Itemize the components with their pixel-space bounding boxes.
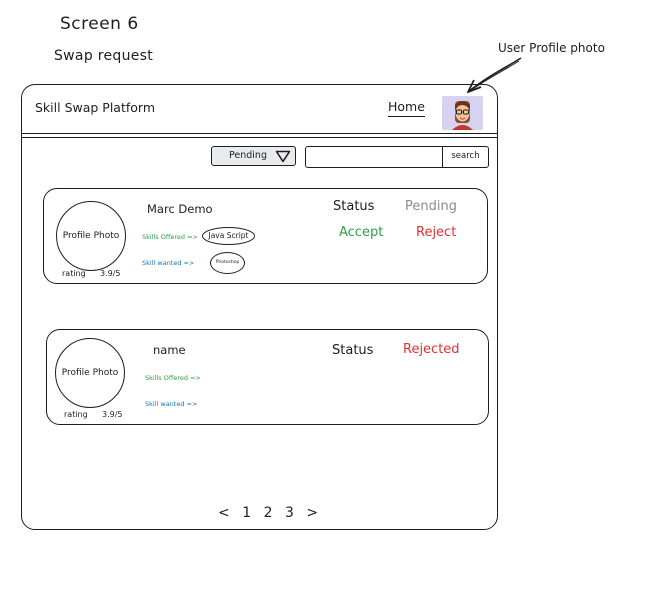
- skill-tag: Java Script: [202, 227, 255, 245]
- header-divider: [22, 133, 498, 134]
- screen-title: Screen 6: [60, 14, 139, 34]
- swap-request-card: Profile Photo rating 3.9/5 Marc Demo Ski…: [43, 188, 488, 284]
- status-filter-value: Pending: [229, 150, 267, 161]
- page-3-button[interactable]: 3: [285, 505, 295, 521]
- screen-subtitle: Swap request: [54, 48, 154, 64]
- page-2-button[interactable]: 2: [264, 505, 274, 521]
- user-name: name: [153, 343, 186, 357]
- profile-photo: Profile Photo: [55, 338, 125, 408]
- accept-button[interactable]: Accept: [339, 225, 383, 240]
- status-label: Status: [332, 343, 374, 358]
- home-link[interactable]: Home: [388, 99, 425, 117]
- skill-wanted-label: Skill wanted =>: [142, 259, 195, 267]
- next-page-button[interactable]: >: [306, 505, 319, 521]
- header-divider: [22, 137, 498, 138]
- skill-wanted-label: Skill wanted =>: [145, 400, 198, 408]
- rating-label: rating: [64, 410, 88, 419]
- search-input[interactable]: [308, 148, 442, 165]
- swap-request-card: Profile Photo rating 3.9/5 name Skills O…: [46, 329, 489, 425]
- pagination: < 1 2 3 >: [218, 505, 325, 521]
- user-name: Marc Demo: [147, 202, 213, 216]
- rating-value: 3.9/5: [100, 269, 121, 278]
- chevron-down-icon: [275, 150, 291, 163]
- status-value: Pending: [405, 199, 457, 214]
- profile-photo: Profile Photo: [56, 201, 126, 271]
- rating-label: rating: [62, 269, 86, 278]
- skill-tag: Photoshop: [210, 252, 245, 274]
- status-label: Status: [333, 199, 375, 214]
- rating-value: 3.9/5: [102, 410, 123, 419]
- reject-button[interactable]: Reject: [416, 225, 456, 240]
- status-filter-select[interactable]: Pending: [211, 146, 296, 166]
- status-value: Rejected: [403, 342, 460, 357]
- prev-page-button[interactable]: <: [218, 505, 231, 521]
- user-avatar[interactable]: [442, 96, 483, 130]
- skills-offered-label: Skills Offered =>: [145, 374, 201, 382]
- search-button[interactable]: search: [442, 146, 488, 168]
- page-1-button[interactable]: 1: [242, 505, 252, 521]
- app-title: Skill Swap Platform: [35, 100, 156, 115]
- skills-offered-label: Skills Offered =>: [142, 233, 198, 241]
- avatar-icon: [452, 101, 473, 130]
- search-bar: search: [305, 146, 489, 168]
